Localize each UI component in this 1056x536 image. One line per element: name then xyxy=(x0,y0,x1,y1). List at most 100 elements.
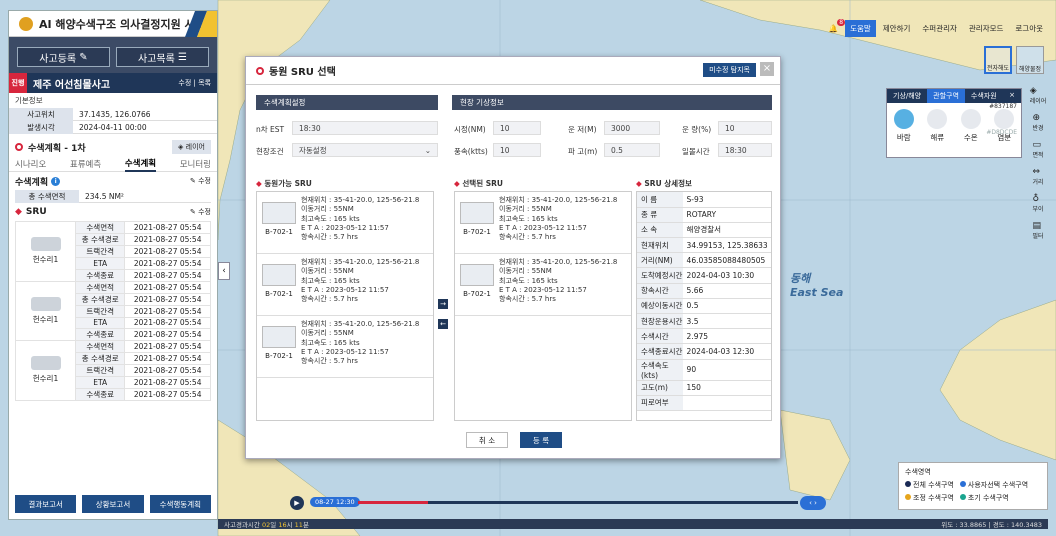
detail-row: 거리(NM) 46.03585088480505 xyxy=(637,252,771,269)
left-panel: AI 해양수색구조 의사결정지원 시스템 사고등록 ✎ 사고목록 ☰ 진행 제주… xyxy=(8,10,218,520)
timeline: ▶ 08-27 12:30 ‹ › xyxy=(290,496,830,510)
remove-sru-button[interactable]: ← xyxy=(438,319,448,329)
temp-item[interactable]: 수온 xyxy=(960,109,981,143)
nav-help[interactable]: 도움말 xyxy=(845,20,876,37)
sru-card[interactable]: B-702-1 현재위치 : 35-41-20.0, 125-56-21.8 이동거… xyxy=(257,316,433,378)
detail-key: 거리(NM) xyxy=(637,252,683,269)
sru-card[interactable]: B-702-1 현재위치 : 35-41-20.0, 125-56-21.8 이동거… xyxy=(455,254,631,316)
sru-card[interactable]: B-702-1 현재위치 : 35-41-20.0, 125-56-21.8 이동거… xyxy=(257,192,433,254)
map-type-ocean[interactable]: 해양물정 xyxy=(1016,46,1044,74)
info-key: 사고위치 xyxy=(9,107,73,121)
situation-report-button[interactable]: 상황보고서 xyxy=(82,495,144,513)
sru-param-value: 2021-08-27 05:54 xyxy=(124,304,211,318)
salinity-item[interactable]: 염분 xyxy=(994,109,1015,143)
sru-card[interactable]: B-702-1 현재위치 : 35-41-20.0, 125-56-21.8 이동거… xyxy=(455,192,631,254)
weather-close-icon[interactable]: × xyxy=(1003,89,1021,103)
list-icon: ☰ xyxy=(178,51,187,63)
sru-param-value: 2021-08-27 05:54 xyxy=(124,233,211,246)
detail-row: 소 속 해양경찰서 xyxy=(637,222,771,239)
sru-param-name: ETA xyxy=(74,376,126,389)
tool-area-label: 면적 xyxy=(1032,152,1044,159)
result-report-button[interactable]: 결과보고서 xyxy=(15,495,77,513)
tab-search-plan[interactable]: 수색계획 xyxy=(124,156,157,172)
table-row[interactable]: 헌수리1 수색면적 2021-08-27 05:54 xyxy=(15,280,211,341)
tool-filter[interactable]: ▤ 필터 xyxy=(1032,221,1043,240)
cancel-button[interactable]: 취 소 xyxy=(466,432,508,448)
timeline-nav-button[interactable]: ‹ › xyxy=(800,496,826,510)
sel-title: 선택된 SRU xyxy=(462,179,503,188)
wind-item[interactable]: 바람 xyxy=(893,109,914,143)
tool-layer[interactable]: ◈ 레이어 xyxy=(1030,86,1047,105)
dialog-close-button[interactable]: × xyxy=(760,62,774,76)
tool-area[interactable]: ▭ 면적 xyxy=(1032,140,1043,159)
sru-card-line: E T A : 2023-05-12 11:57 xyxy=(499,285,587,294)
sru-card-line: 현재위치 : 35-41-20.0, 125-56-21.8 xyxy=(301,196,420,204)
est-input[interactable]: 18:30 xyxy=(292,121,438,135)
incident-list-button[interactable]: 사고목록 ☰ xyxy=(116,47,209,67)
tab-jurisdiction[interactable]: 관할구역 xyxy=(927,89,965,103)
incident-list-link[interactable]: 목록 xyxy=(198,79,211,87)
cond-select[interactable]: 자동설정 ⌄ xyxy=(292,143,438,157)
plan-edit-button[interactable]: ✎ 수정 xyxy=(190,176,211,186)
nav-logout[interactable]: 로그아웃 xyxy=(1010,20,1048,37)
incident-edit-link[interactable]: 수정 xyxy=(178,79,191,87)
sru-card-line: E T A : 2023-05-12 11:57 xyxy=(499,223,587,232)
table-row[interactable]: 헌수리1 수색면적 2021-08-27 05:54 xyxy=(15,221,211,282)
tab-monitoring[interactable]: 모니터링 xyxy=(180,158,211,170)
action-plan-button[interactable]: 수색행동계획 xyxy=(149,495,211,513)
selected-heading: ◆ 선택된 SRU xyxy=(454,178,503,189)
tab-scenario[interactable]: 시나리오 xyxy=(15,158,46,170)
tab-drift[interactable]: 표류예측 xyxy=(70,158,101,170)
ceiling-input[interactable]: 3000 xyxy=(604,121,660,135)
table-row[interactable]: 헌수리1 수색면적 2021-08-27 05:54 xyxy=(15,340,211,401)
sru-param-value: 2021-08-27 05:54 xyxy=(124,387,211,401)
sru-card-id: B-702-1 xyxy=(463,290,491,298)
helicopter-icon xyxy=(30,296,61,311)
sru-param-value: 2021-08-27 05:54 xyxy=(124,280,211,294)
collapse-panel-button[interactable]: ‹ xyxy=(218,262,230,280)
unmodified-target-button[interactable]: 미수정 탐지목 xyxy=(703,63,756,77)
cloud-input[interactable]: 10 xyxy=(718,121,772,135)
layer-button[interactable]: ◈ 레이어 xyxy=(172,140,211,154)
visibility-input[interactable]: 10 xyxy=(493,121,541,135)
tab-resources[interactable]: 수색자원 xyxy=(965,89,1003,103)
tool-radius[interactable]: ⊕ 반경 xyxy=(1032,113,1043,132)
bell-button[interactable]: 🔔 8 xyxy=(824,19,846,36)
est-label: n차 EST xyxy=(256,125,285,134)
selected-sru-list[interactable]: B-702-1 현재위치 : 35-41-20.0, 125-56-21.8 이동거… xyxy=(454,191,632,421)
sru-param-name: 수색종료 xyxy=(74,268,126,282)
play-button[interactable]: ▶ xyxy=(290,496,304,510)
register-button[interactable]: 등 록 xyxy=(520,432,562,448)
sru-card-text: 현재위치 : 35-41-20.0, 125-56-21.8 이동거리 : 55N… xyxy=(299,196,419,249)
detail-value: 2024-04-03 12:30 xyxy=(682,343,771,360)
sru-card-line: 최고속도 : 165 kts xyxy=(301,276,360,285)
add-sru-button[interactable]: → xyxy=(438,299,448,309)
detail-row: 고도(m) 150 xyxy=(637,380,771,396)
available-sru-list[interactable]: B-702-1 현재위치 : 35-41-20.0, 125-56-21.8 이동거… xyxy=(256,191,434,421)
tool-buoy[interactable]: ♁ 부이 xyxy=(1032,194,1043,213)
nav-super-admin[interactable]: 수퍼관리자 xyxy=(917,20,962,37)
sru-unit-name: 헌수리1 xyxy=(32,314,59,324)
tool-distance[interactable]: ⇔ 거리 xyxy=(1032,167,1043,186)
minutes-unit: 분 xyxy=(302,521,309,529)
sru-table-wrap[interactable]: 헌수리1 수색면적 2021-08-27 05:54 총 수색경로 2021-08-27… xyxy=(9,221,217,401)
sunset-input[interactable]: 18:30 xyxy=(718,143,772,157)
chevrons-icon: ‹ › xyxy=(809,499,817,507)
current-item[interactable]: 해류 xyxy=(927,109,948,143)
tab-weather[interactable]: 기상/해양 xyxy=(887,89,927,103)
sru-card[interactable]: B-702-1 현재위치 : 35-41-20.0, 125-56-21.8 이동거… xyxy=(257,254,433,316)
nav-suggest[interactable]: 제안하기 xyxy=(878,20,916,37)
edit-icon: ✎ xyxy=(190,177,196,185)
info-icon: i xyxy=(51,176,61,186)
timeline-time: 08-27 12:30 xyxy=(310,497,360,507)
map-type-enc[interactable]: 전자해도 xyxy=(984,46,1012,74)
wave-input[interactable]: 0.5 xyxy=(604,143,660,157)
detail-key: 수색시간 xyxy=(637,328,683,345)
sru-edit-button[interactable]: ✎ 수정 xyxy=(190,207,211,217)
diamond-icon: ◆ xyxy=(454,179,460,188)
detail-key: 수색종료시간 xyxy=(637,343,683,360)
nav-admin-mode[interactable]: 관리자모드 xyxy=(964,20,1009,37)
register-incident-button[interactable]: 사고등록 ✎ xyxy=(17,47,110,67)
wind-speed-input[interactable]: 10 xyxy=(493,143,541,157)
wave-label: 파 고(m) xyxy=(568,147,598,156)
